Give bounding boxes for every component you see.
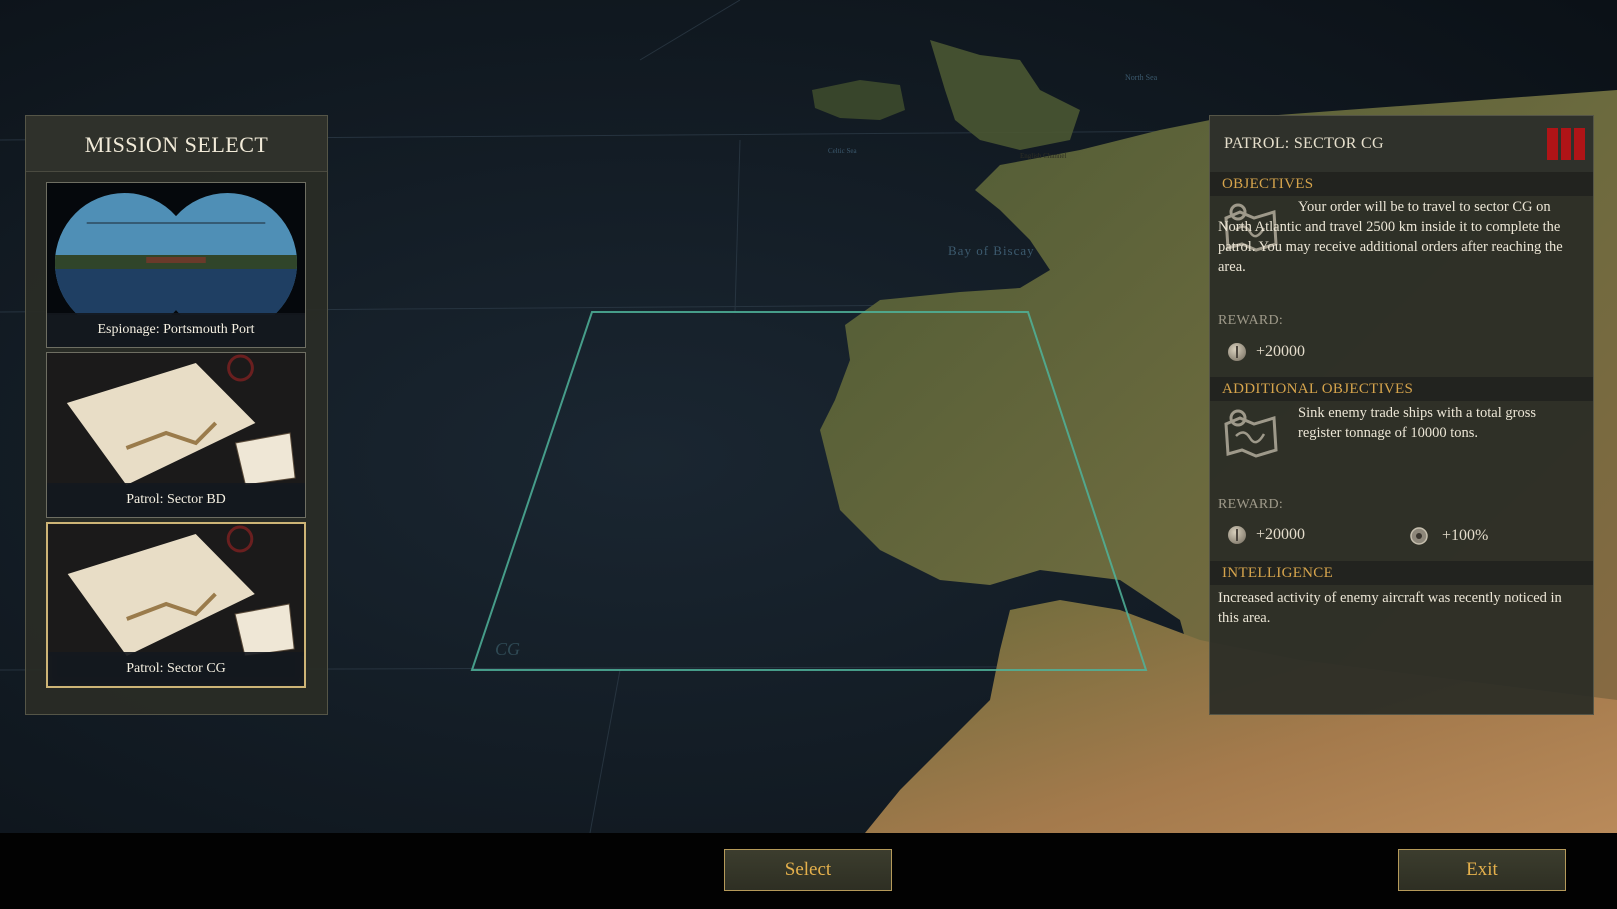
difficulty-bar bbox=[1547, 128, 1558, 160]
binoculars-view-image bbox=[47, 183, 305, 315]
english-channel-label: English Channel bbox=[1020, 152, 1067, 160]
mission-select-panel: MISSION SELECT Espionage: Portsmouth Por… bbox=[25, 115, 328, 715]
additional-objectives-heading: ADDITIONAL OBJECTIVES bbox=[1210, 377, 1593, 401]
mission-details-panel: PATROL: SECTOR CG OBJECTIVES Your order … bbox=[1209, 115, 1594, 715]
objectives-text: Your order will be to travel to sector C… bbox=[1218, 199, 1563, 275]
bonus-reward-value: +100% bbox=[1442, 527, 1489, 544]
mission-card-espionage-portsmouth[interactable]: Espionage: Portsmouth Port bbox=[46, 182, 306, 348]
reward-label: REWARD: bbox=[1218, 313, 1284, 328]
money-reward-value: +20000 bbox=[1256, 343, 1306, 360]
medal-icon bbox=[1410, 527, 1428, 545]
difficulty-bar bbox=[1574, 128, 1586, 160]
coin-icon bbox=[1228, 526, 1246, 544]
celtic-sea-label: Celtic Sea bbox=[828, 147, 857, 155]
difficulty-bar bbox=[1560, 128, 1572, 160]
mission-card-label: Patrol: Sector BD bbox=[47, 483, 305, 517]
select-button[interactable]: Select bbox=[724, 849, 892, 891]
north-sea-label: North Sea bbox=[1125, 73, 1158, 82]
details-title: PATROL: SECTOR CG bbox=[1224, 135, 1384, 152]
mission-card-patrol-cg[interactable]: Patrol: Sector CG bbox=[46, 522, 306, 688]
sea-chart-image bbox=[47, 353, 305, 485]
exit-button[interactable]: Exit bbox=[1398, 849, 1566, 891]
details-header: PATROL: SECTOR CG bbox=[1210, 116, 1593, 173]
money-reward: +20000 bbox=[1228, 343, 1305, 361]
coin-icon bbox=[1228, 343, 1246, 361]
sector-map-label: CG bbox=[495, 639, 520, 659]
mission-card-label: Espionage: Portsmouth Port bbox=[47, 313, 305, 347]
reward-label: REWARD: bbox=[1218, 497, 1284, 512]
money-reward: +20000 bbox=[1228, 526, 1305, 544]
mission-card-label: Patrol: Sector CG bbox=[48, 652, 304, 686]
sea-chart-image bbox=[48, 524, 304, 656]
objectives-heading: OBJECTIVES bbox=[1210, 172, 1593, 196]
intelligence-heading: INTELLIGENCE bbox=[1210, 561, 1593, 585]
bay-of-biscay-label: Bay of Biscay bbox=[948, 243, 1035, 258]
intelligence-text: Increased activity of enemy aircraft was… bbox=[1218, 590, 1562, 626]
difficulty-indicator bbox=[1547, 128, 1586, 160]
bonus-reward: +100% bbox=[1406, 526, 1488, 546]
mission-card-patrol-bd[interactable]: Patrol: Sector BD bbox=[46, 352, 306, 518]
money-reward-value: +20000 bbox=[1256, 526, 1306, 543]
map-pin-icon bbox=[1224, 409, 1278, 458]
additional-objectives-text: Sink enemy trade ships with a total gros… bbox=[1298, 405, 1537, 441]
mission-select-title: MISSION SELECT bbox=[26, 116, 327, 172]
